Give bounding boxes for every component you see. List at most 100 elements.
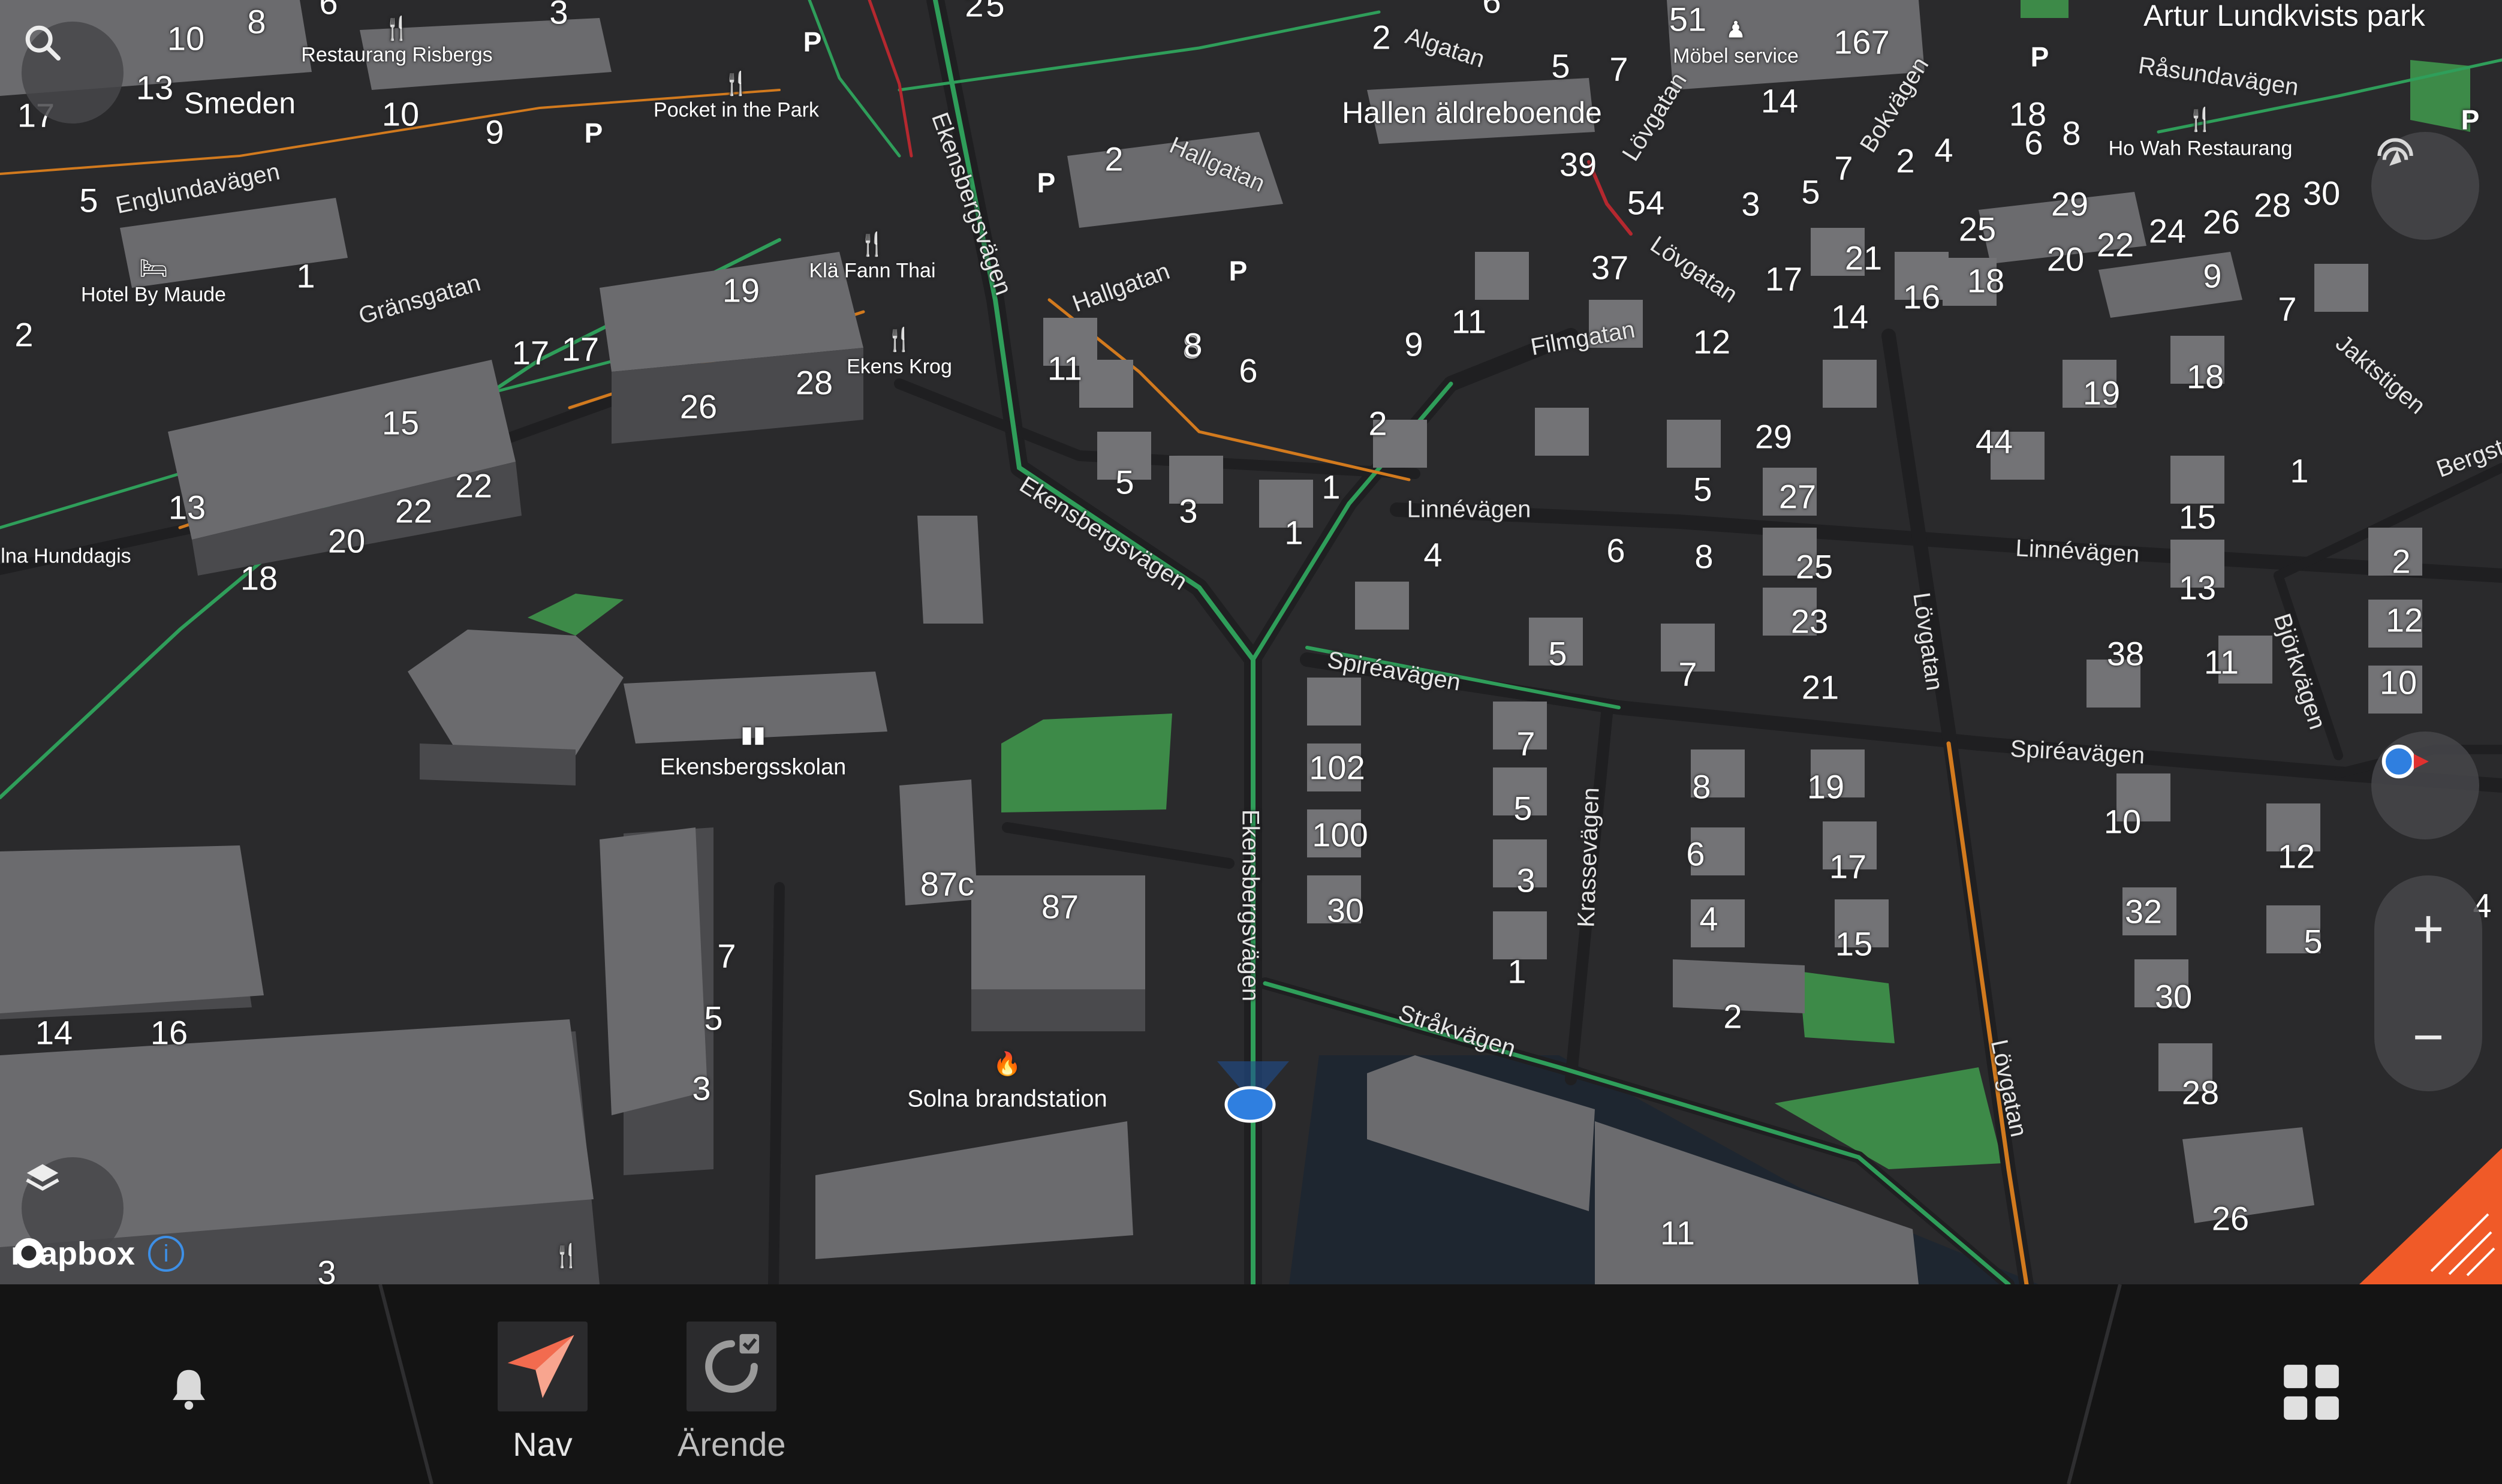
house-number: 102 bbox=[1309, 748, 1365, 787]
restaurant-icon: 🍴 bbox=[2186, 107, 2215, 133]
poi-label[interactable]: Ekens Krog bbox=[847, 356, 952, 379]
house-number: 167 bbox=[1833, 23, 1890, 61]
mapbox-logo-icon bbox=[14, 1238, 44, 1268]
house-number: 12 bbox=[2385, 601, 2423, 639]
house-number: 16 bbox=[150, 1013, 188, 1052]
house-number: 30 bbox=[1326, 891, 1365, 929]
house-number: 1 bbox=[1321, 468, 1341, 506]
place-label[interactable]: Hallen äldreboende bbox=[1342, 95, 1602, 130]
house-number: 29 bbox=[2051, 185, 2089, 223]
info-icon[interactable]: i bbox=[148, 1236, 185, 1272]
poi-label[interactable]: Möbel service bbox=[1673, 45, 1799, 68]
house-number: 1 bbox=[1284, 513, 1303, 552]
parking-icon: P bbox=[1037, 167, 1056, 198]
fire-station-icon: 🔥 bbox=[993, 1052, 1022, 1077]
house-number: 6 bbox=[319, 0, 338, 22]
house-number: 1 bbox=[1507, 952, 1527, 991]
compass-icon bbox=[2381, 744, 2429, 779]
poi-label[interactable]: Klä Fann Thai bbox=[809, 260, 935, 283]
house-number: 21 bbox=[1801, 668, 1839, 706]
poi-label[interactable]: Pocket in the Park bbox=[654, 99, 819, 122]
house-number: 12 bbox=[2277, 837, 2316, 875]
house-number: 3 bbox=[317, 1253, 336, 1285]
zoom-in-button[interactable]: + bbox=[2413, 899, 2444, 961]
house-number: 5 bbox=[1513, 789, 1532, 827]
recenter-button[interactable] bbox=[2371, 132, 2479, 240]
zoom-out-button[interactable]: − bbox=[2413, 1007, 2444, 1068]
house-number: 17 bbox=[1765, 260, 1803, 298]
place-label[interactable]: Solna brandstation bbox=[907, 1086, 1107, 1113]
restaurant-icon: 🍴 bbox=[722, 71, 751, 97]
recenter-icon bbox=[2377, 138, 2413, 166]
house-number: 11 bbox=[2203, 643, 2239, 681]
house-number: 14 bbox=[1760, 82, 1799, 120]
street-label: Krassevägen bbox=[1573, 787, 1604, 928]
task-refresh-icon bbox=[705, 1334, 760, 1393]
house-number: 9 bbox=[2203, 257, 2222, 295]
house-number: 28 bbox=[2253, 186, 2292, 224]
house-number: 25 bbox=[1958, 210, 1997, 248]
house-number: 15 bbox=[381, 404, 420, 442]
house-number: 87c bbox=[920, 865, 975, 903]
house-number: 29 bbox=[1754, 417, 1793, 456]
compass-button[interactable] bbox=[2371, 732, 2479, 839]
house-number: 7 bbox=[1516, 724, 1535, 763]
house-number: 7 bbox=[1609, 50, 1628, 88]
search-button[interactable] bbox=[22, 22, 124, 124]
house-number: 2 bbox=[2392, 542, 2411, 580]
parking-icon: P bbox=[584, 118, 603, 149]
tab-nav-icon-box bbox=[498, 1322, 588, 1411]
notifications-button[interactable] bbox=[150, 1350, 228, 1428]
poi-label[interactable]: Restaurang Risbergs bbox=[301, 44, 492, 67]
house-number: 26 bbox=[679, 387, 718, 426]
tab-arende[interactable]: Ärende bbox=[678, 1322, 786, 1464]
house-number: 2 bbox=[1368, 404, 1387, 443]
poi-label[interactable]: Hotel By Maude bbox=[81, 284, 226, 307]
house-number: 15 bbox=[2178, 498, 2217, 536]
house-number: 5 bbox=[1693, 470, 1712, 508]
poi-label[interactable]: Ho Wah Restaurang bbox=[2109, 137, 2293, 161]
house-number: 2 bbox=[1896, 142, 1915, 180]
parking-icon: P bbox=[1229, 255, 1248, 287]
house-number: 18 bbox=[1967, 261, 2005, 300]
navigation-arrow-icon bbox=[507, 1335, 574, 1398]
house-number: 8 bbox=[1184, 326, 1203, 364]
place-label[interactable]: Ekensbergsskolan bbox=[660, 755, 847, 781]
house-number: 54 bbox=[1627, 183, 1665, 222]
grid-icon bbox=[2284, 1365, 2339, 1420]
house-number: 3 bbox=[1179, 492, 1198, 530]
tab-nav-label: Nav bbox=[513, 1425, 573, 1463]
house-number: 5 bbox=[1548, 634, 1567, 673]
house-number: 13 bbox=[168, 488, 206, 526]
house-number: 5 bbox=[704, 999, 723, 1037]
house-number: 8 bbox=[2062, 114, 2081, 152]
tab-nav[interactable]: Nav bbox=[498, 1322, 588, 1464]
house-number: 19 bbox=[2082, 374, 2121, 412]
place-label[interactable]: Smeden bbox=[184, 86, 296, 121]
house-number: 10 bbox=[381, 95, 420, 133]
place-label[interactable]: Artur Lundkvists park bbox=[2143, 0, 2425, 33]
corner-accent[interactable] bbox=[2359, 1148, 2502, 1284]
house-number: 5 bbox=[1801, 173, 1820, 211]
house-number: 22 bbox=[2096, 225, 2134, 264]
apps-grid-button[interactable] bbox=[2272, 1353, 2350, 1431]
zoom-control: + − bbox=[2374, 875, 2482, 1091]
house-number: 24 bbox=[2148, 212, 2187, 250]
house-number: 13 bbox=[2178, 568, 2217, 607]
house-number: 11 bbox=[1047, 349, 1083, 387]
house-number: 22 bbox=[395, 492, 433, 530]
house-number: 7 bbox=[1834, 149, 1853, 187]
parking-icon: P bbox=[803, 26, 822, 58]
map-view[interactable]: Artur Lundkvists park Hallen äldreboende… bbox=[0, 0, 2502, 1284]
poi-label[interactable]: lna Hunddagis bbox=[1, 545, 131, 568]
mapbox-attribution[interactable]: mapbox i bbox=[11, 1235, 185, 1272]
house-number: 19 bbox=[1807, 767, 1845, 806]
house-number: 10 bbox=[2103, 802, 2142, 841]
house-number: 7 bbox=[1678, 655, 1697, 693]
house-number: 23 bbox=[1790, 602, 1829, 640]
house-number: 100 bbox=[1312, 815, 1368, 854]
school-icon: ▮▮ bbox=[740, 722, 766, 748]
tab-arende-icon-box bbox=[687, 1322, 777, 1411]
house-number: 4 bbox=[1699, 899, 1718, 938]
house-number: 4 bbox=[1423, 535, 1443, 574]
